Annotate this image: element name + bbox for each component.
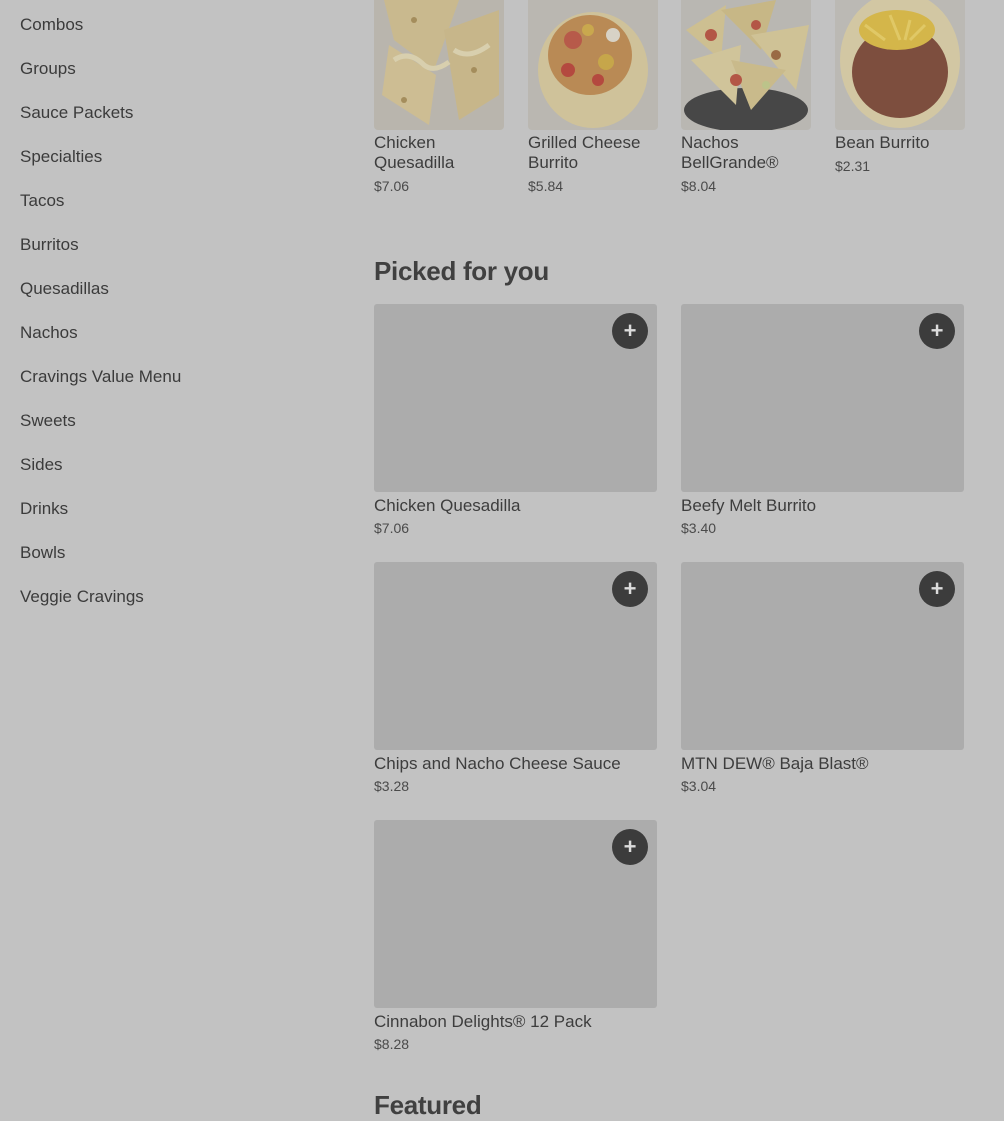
- product-card[interactable]: + Chicken Quesadilla $7.06: [374, 304, 657, 536]
- sidebar-item-sauce-packets[interactable]: Sauce Packets: [20, 103, 133, 123]
- carousel-item-price: $2.31: [835, 158, 871, 174]
- carousel-item-name: Nachos BellGrande®: [681, 133, 779, 172]
- product-name: Chips and Nacho Cheese Sauce: [374, 754, 621, 773]
- carousel-item-name: Chicken Quesadilla: [374, 133, 455, 172]
- product-image-placeholder: +: [374, 562, 657, 750]
- nachos-image: [681, 0, 811, 130]
- plus-icon[interactable]: +: [612, 829, 648, 865]
- product-price: $8.28: [374, 1036, 410, 1052]
- sidebar-item-tacos[interactable]: Tacos: [20, 191, 64, 211]
- sidebar-item-burritos[interactable]: Burritos: [20, 235, 79, 255]
- product-name: Cinnabon Delights® 12 Pack: [374, 1012, 592, 1031]
- product-image-placeholder: +: [374, 820, 657, 1008]
- plus-icon[interactable]: +: [919, 313, 955, 349]
- product-image-placeholder: +: [681, 304, 964, 492]
- burrito-image: [528, 0, 658, 130]
- section-title-picked: Picked for you: [374, 256, 549, 286]
- product-name: Chicken Quesadilla: [374, 496, 521, 515]
- product-image-placeholder: +: [681, 562, 964, 750]
- carousel-item-name: Grilled Cheese Burrito: [528, 133, 641, 172]
- sidebar-item-combos[interactable]: Combos: [20, 15, 83, 35]
- product-name: Beefy Melt Burrito: [681, 496, 817, 515]
- sidebar-item-cravings-value-menu[interactable]: Cravings Value Menu: [20, 367, 181, 387]
- sidebar-item-quesadillas[interactable]: Quesadillas: [20, 279, 109, 299]
- product-card[interactable]: + Beefy Melt Burrito $3.40: [681, 304, 964, 536]
- plus-icon[interactable]: +: [919, 571, 955, 607]
- carousel-item-price: $5.84: [528, 178, 564, 194]
- product-name: MTN DEW® Baja Blast®: [681, 754, 869, 773]
- product-price: $3.40: [681, 520, 717, 536]
- bean-burrito-image: [835, 0, 965, 130]
- sidebar-item-sweets[interactable]: Sweets: [20, 411, 76, 431]
- section-title-featured: Featured: [374, 1090, 482, 1120]
- product-price: $7.06: [374, 520, 410, 536]
- carousel-item-name: Bean Burrito: [835, 133, 930, 152]
- carousel-card[interactable]: Nachos BellGrande® $8.04: [681, 0, 811, 194]
- product-price: $3.28: [374, 778, 410, 794]
- carousel-item-price: $7.06: [374, 178, 410, 194]
- carousel-card[interactable]: Chicken Quesadilla $7.06: [374, 0, 504, 194]
- carousel-card[interactable]: Bean Burrito $2.31: [835, 0, 965, 174]
- menu-content: Chicken Quesadilla $7.06 Grilled Cheese …: [374, 0, 1004, 1120]
- plus-icon[interactable]: +: [612, 313, 648, 349]
- sidebar-item-specialties[interactable]: Specialties: [20, 147, 102, 167]
- product-image-placeholder: +: [374, 304, 657, 492]
- product-card[interactable]: + MTN DEW® Baja Blast® $3.04: [681, 562, 964, 794]
- sidebar-item-groups[interactable]: Groups: [20, 59, 76, 79]
- sidebar-item-bowls[interactable]: Bowls: [20, 543, 65, 563]
- product-card[interactable]: + Chips and Nacho Cheese Sauce $3.28: [374, 562, 657, 794]
- sidebar-item-veggie-cravings[interactable]: Veggie Cravings: [20, 587, 144, 607]
- product-price: $3.04: [681, 778, 717, 794]
- sidebar-item-drinks[interactable]: Drinks: [20, 499, 68, 519]
- sidebar-item-sides[interactable]: Sides: [20, 455, 63, 475]
- plus-icon[interactable]: +: [612, 571, 648, 607]
- carousel-card[interactable]: Grilled Cheese Burrito $5.84: [528, 0, 658, 194]
- quesadilla-image: [374, 0, 504, 130]
- carousel-item-price: $8.04: [681, 178, 717, 194]
- sidebar-item-nachos[interactable]: Nachos: [20, 323, 78, 343]
- product-card[interactable]: + Cinnabon Delights® 12 Pack $8.28: [374, 820, 657, 1052]
